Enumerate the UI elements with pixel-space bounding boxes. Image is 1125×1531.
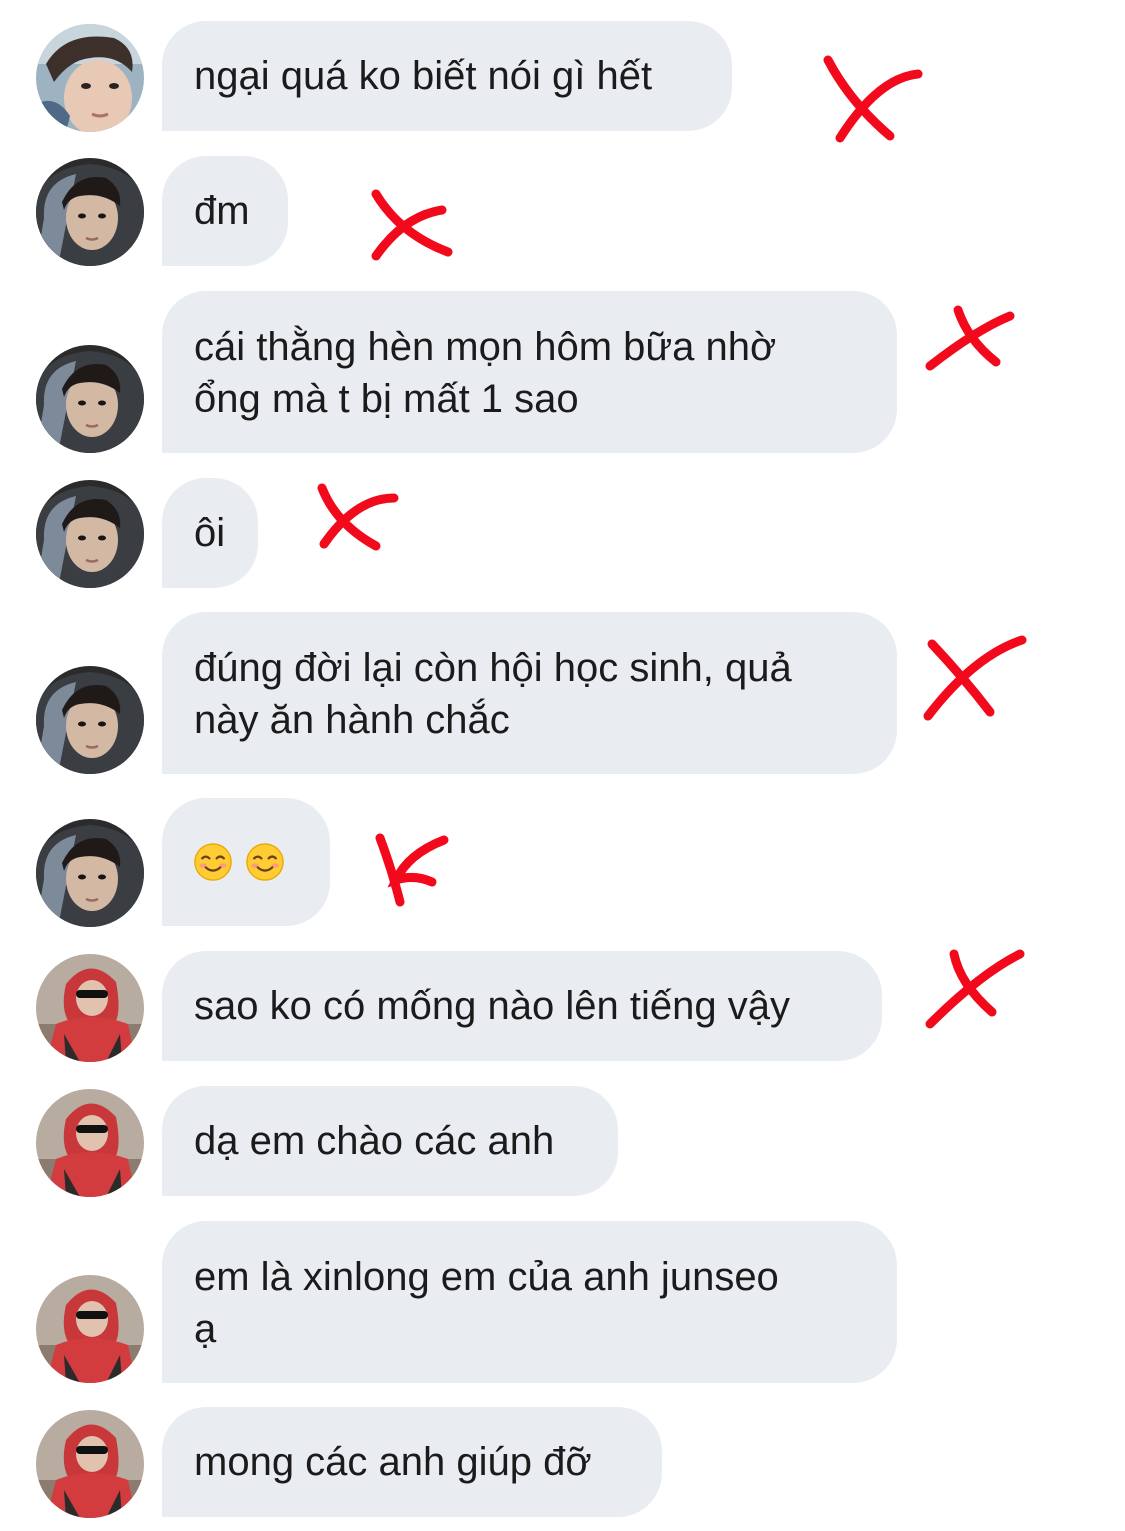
smiling-face-icon [246,841,284,883]
avatar-red-hoodie-icon[interactable] [36,1275,144,1383]
red-x-mark-icon [823,55,923,143]
avatar-dark-hood-icon[interactable] [36,345,144,453]
avatar-red-hoodie-icon[interactable] [36,954,144,1062]
avatar-red-hoodie-icon[interactable] [36,1410,144,1518]
avatar-dark-hood-icon[interactable] [36,480,144,588]
message-bubble[interactable] [162,798,330,926]
smiling-face-icon [194,841,232,883]
red-x-mark-icon [925,949,1025,1029]
avatar-dark-hood-icon[interactable] [36,158,144,266]
message-bubble[interactable]: em là xinlong em của anh junseo ạ [162,1221,897,1383]
message-bubble[interactable]: mong các anh giúp đỡ [162,1407,662,1517]
message-bubble[interactable]: ôi [162,478,258,588]
red-x-mark-icon [371,189,453,261]
message-bubble[interactable]: sao ko có mống nào lên tiếng vậy [162,951,882,1061]
red-x-mark-icon [925,305,1015,371]
message-bubble[interactable]: cái thằng hèn mọn hôm bữa nhờ ổng mà t b… [162,291,897,453]
red-x-mark-icon [923,635,1027,721]
avatar-dark-hood-icon[interactable] [36,666,144,774]
avatar-dark-hood-icon[interactable] [36,819,144,927]
message-bubble[interactable]: dạ em chào các anh [162,1086,618,1196]
message-bubble[interactable]: đúng đời lại còn hội học sinh, quả này ă… [162,612,897,774]
message-bubble[interactable]: đm [162,156,288,266]
avatar-red-hoodie-icon[interactable] [36,1089,144,1197]
message-bubble[interactable]: ngại quá ko biết nói gì hết [162,21,732,131]
red-x-mark-icon [375,833,449,907]
red-x-mark-icon [317,483,399,551]
avatar-light-hair-icon[interactable] [36,24,144,132]
